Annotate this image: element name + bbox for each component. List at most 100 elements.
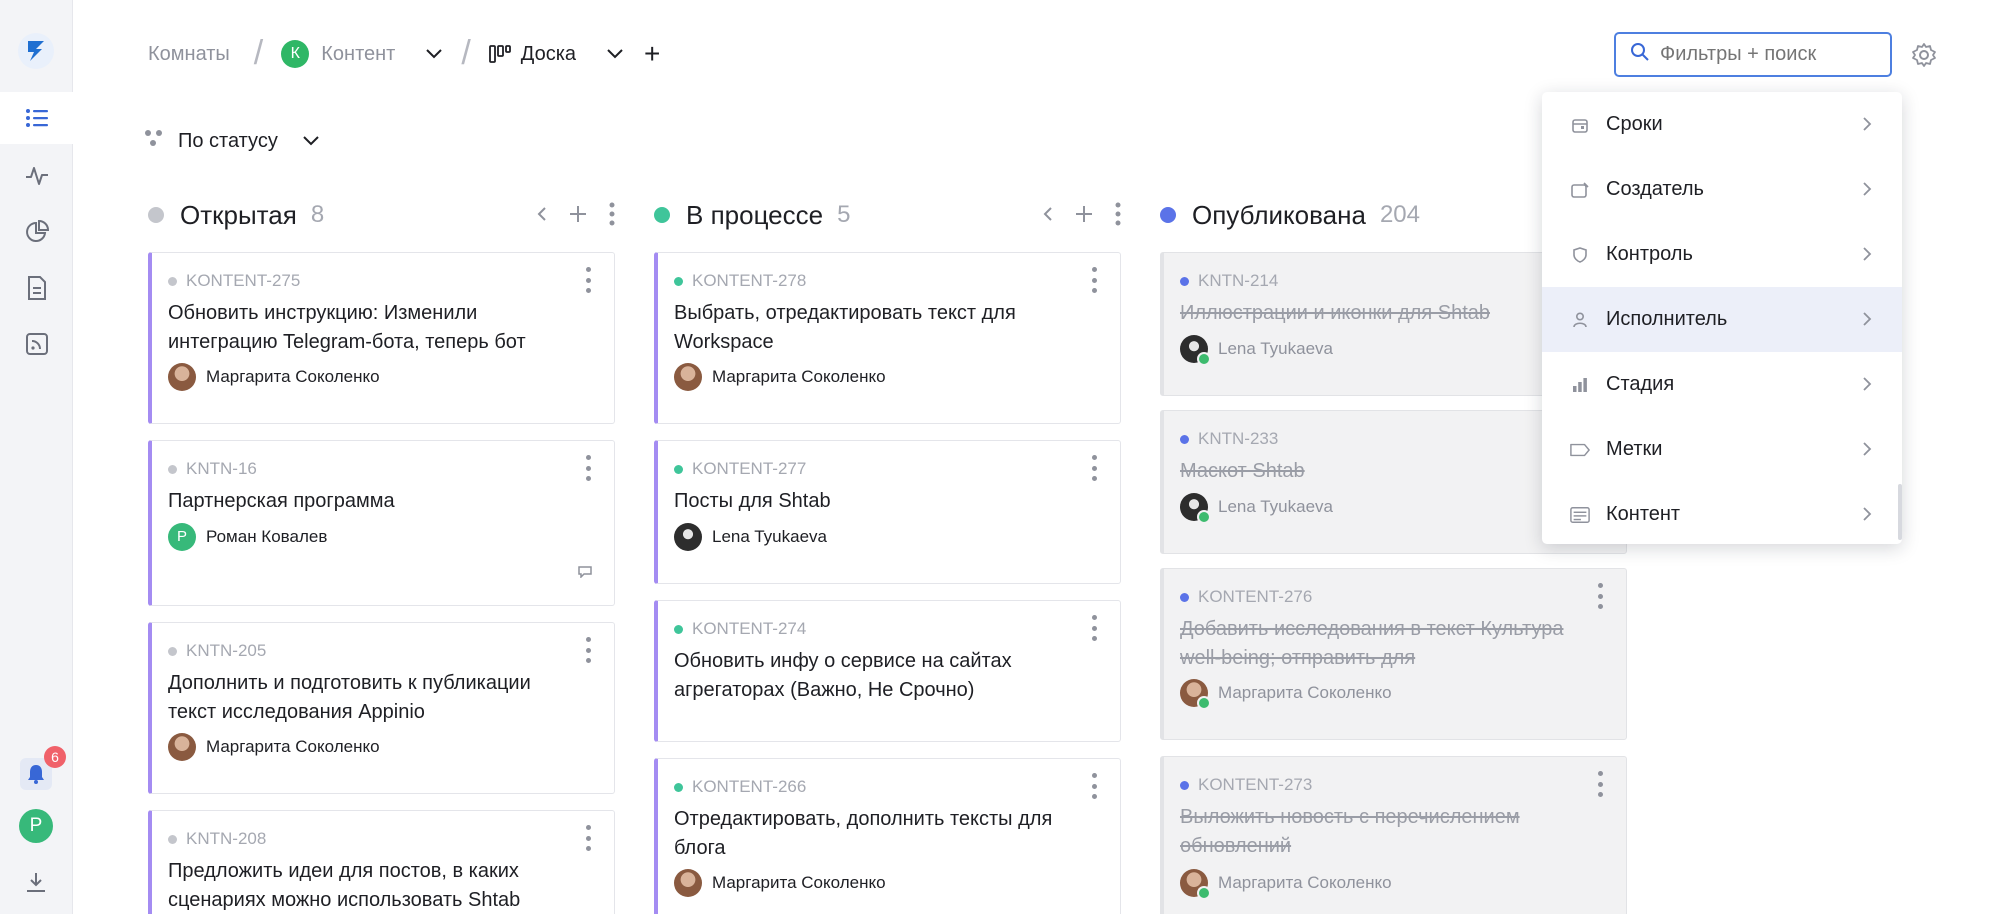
chevron-right-icon	[1862, 375, 1872, 398]
card-menu-icon[interactable]	[586, 825, 592, 851]
card-menu-icon[interactable]	[1092, 615, 1098, 641]
column-actions	[537, 202, 615, 231]
card-menu-icon[interactable]	[586, 637, 592, 663]
avatar	[674, 523, 702, 551]
column-menu-icon[interactable]	[609, 202, 615, 231]
task-title: Обновить инструкцию: Изменили интеграцию…	[168, 302, 526, 353]
group-by-label: По статусу	[178, 129, 278, 152]
filter-item-label: Контент	[1606, 503, 1681, 525]
filter-item-control[interactable]: Контроль	[1542, 222, 1902, 287]
breadcrumb-rooms[interactable]: Комнаты	[148, 43, 230, 66]
filter-item-deadlines[interactable]: Сроки	[1542, 92, 1902, 157]
task-assignee: Маргарита Соколенко	[674, 869, 886, 897]
feed-icon[interactable]	[0, 318, 73, 370]
filter-item-tags[interactable]: Метки	[1542, 417, 1902, 482]
user-avatar[interactable]: Р	[19, 809, 53, 843]
card-menu-icon[interactable]	[1598, 583, 1604, 609]
card-menu-icon[interactable]	[1598, 771, 1604, 797]
task-assignee: Маргарита Соколенко	[1180, 869, 1392, 900]
document-icon[interactable]	[0, 262, 73, 314]
card-menu-icon[interactable]	[586, 455, 592, 481]
collapse-left-icon[interactable]	[537, 206, 547, 227]
task-card[interactable]: KNTN-16 Партнерская программа Р Роман Ков…	[148, 440, 615, 606]
avatar	[1180, 869, 1211, 900]
column-menu-icon[interactable]	[1115, 202, 1121, 231]
task-card[interactable]: KONTENT-266 Отредактировать, дополнить т…	[654, 758, 1121, 914]
task-card[interactable]: KNTN-208 Предложить идеи для постов, в к…	[148, 810, 615, 914]
chevron-right-icon	[1862, 440, 1872, 463]
task-id: KNTN-214	[1180, 271, 1278, 291]
breadcrumb-separator: /	[253, 33, 264, 72]
avatar	[168, 363, 196, 391]
activity-icon[interactable]	[0, 150, 73, 202]
filter-item-content[interactable]: Контент	[1542, 482, 1902, 544]
add-card-button[interactable]	[569, 205, 587, 228]
task-id: KONTENT-266	[674, 777, 806, 797]
task-assignee: Маргарита Соколенко	[674, 363, 886, 391]
task-card[interactable]: KONTENT-275 Обновить инструкцию: Изменил…	[148, 252, 615, 424]
notifications-badge: 6	[44, 746, 66, 768]
task-title: Иллюстрации и иконки для Shtab	[1180, 302, 1490, 324]
task-assignee: Р Роман Ковалев	[168, 523, 327, 551]
chevron-down-icon[interactable]	[302, 135, 320, 147]
task-title: Обновить инфу о сервисе на сайтах агрега…	[674, 650, 1012, 701]
filter-item-label: Сроки	[1606, 113, 1663, 135]
chevron-right-icon	[1862, 245, 1872, 268]
card-menu-icon[interactable]	[586, 267, 592, 293]
filter-item-label: Исполнитель	[1606, 308, 1728, 330]
card-menu-icon[interactable]	[1092, 455, 1098, 481]
filter-item-stage[interactable]: Стадия	[1542, 352, 1902, 417]
tasks-list-icon[interactable]	[0, 92, 73, 144]
card-menu-icon[interactable]	[1092, 267, 1098, 293]
chevron-right-icon	[1862, 115, 1872, 138]
tag-icon	[1570, 440, 1590, 460]
creator-icon	[1570, 180, 1590, 200]
filter-item-creator[interactable]: Создатель	[1542, 157, 1902, 222]
add-view-button[interactable]: +	[644, 38, 660, 70]
app-logo-icon[interactable]	[18, 33, 54, 69]
download-icon[interactable]	[22, 868, 50, 896]
search-input[interactable]	[1660, 43, 1880, 66]
done-check-icon	[1197, 352, 1211, 366]
task-title: Предложить идеи для постов, в каких сцен…	[168, 860, 521, 911]
column-count: 5	[837, 201, 851, 228]
done-check-icon	[1197, 510, 1211, 524]
task-card[interactable]: KNTN-205 Дополнить и подготовить к публи…	[148, 622, 615, 794]
status-dot	[1160, 207, 1176, 223]
task-assignee: Маргарита Соколенко	[1180, 679, 1392, 710]
task-card[interactable]: KONTENT-277 Посты для Shtab Lena Tyukaev…	[654, 440, 1121, 584]
card-menu-icon[interactable]	[1092, 773, 1098, 799]
task-title: Посты для Shtab	[674, 490, 831, 512]
task-assignee: Lena Tyukaeva	[1180, 335, 1333, 366]
filter-item-assignee[interactable]: Исполнитель	[1542, 287, 1902, 352]
chevron-down-icon[interactable]	[606, 48, 624, 60]
task-title: Отредактировать, дополнить тексты для бл…	[674, 808, 1053, 859]
document-icon	[1570, 505, 1590, 525]
task-card[interactable]: KONTENT-276 Добавить исследования в текс…	[1160, 568, 1627, 740]
collapse-left-icon[interactable]	[1043, 206, 1053, 227]
task-card[interactable]: KONTENT-273 Выложить новость с перечисле…	[1160, 756, 1627, 914]
chevron-down-icon[interactable]	[425, 48, 443, 60]
breadcrumb-project[interactable]: Контент	[321, 43, 395, 66]
filter-menu: Сроки Создатель Контроль Исполнитель Ста…	[1542, 92, 1902, 544]
comment-icon[interactable]	[578, 565, 592, 583]
avatar	[1180, 679, 1211, 710]
task-title: Выбрать, отредактировать текст для Works…	[674, 302, 1016, 353]
task-assignee: Lena Tyukaeva	[674, 523, 827, 551]
reports-pie-icon[interactable]	[0, 206, 73, 258]
task-card[interactable]: KONTENT-278 Выбрать, отредактировать тек…	[654, 252, 1121, 424]
task-assignee: Lena Tyukaeva	[1180, 493, 1333, 524]
add-card-button[interactable]	[1075, 205, 1093, 228]
column-header: В процессе 5	[654, 196, 1121, 234]
task-title: Партнерская программа	[168, 490, 395, 512]
task-title: Выложить новость с перечислением обновле…	[1180, 806, 1520, 857]
avatar	[674, 363, 702, 391]
search-box[interactable]	[1614, 32, 1892, 77]
menu-scrollbar[interactable]	[1898, 484, 1902, 540]
breadcrumb-view[interactable]: Доска	[521, 43, 576, 66]
task-card[interactable]: KONTENT-274 Обновить инфу о сервисе на с…	[654, 600, 1121, 742]
task-id: KNTN-233	[1180, 429, 1278, 449]
filter-item-label: Создатель	[1606, 178, 1704, 200]
group-by-selector[interactable]: По статусу	[144, 126, 320, 156]
gear-icon[interactable]	[1910, 41, 1938, 69]
